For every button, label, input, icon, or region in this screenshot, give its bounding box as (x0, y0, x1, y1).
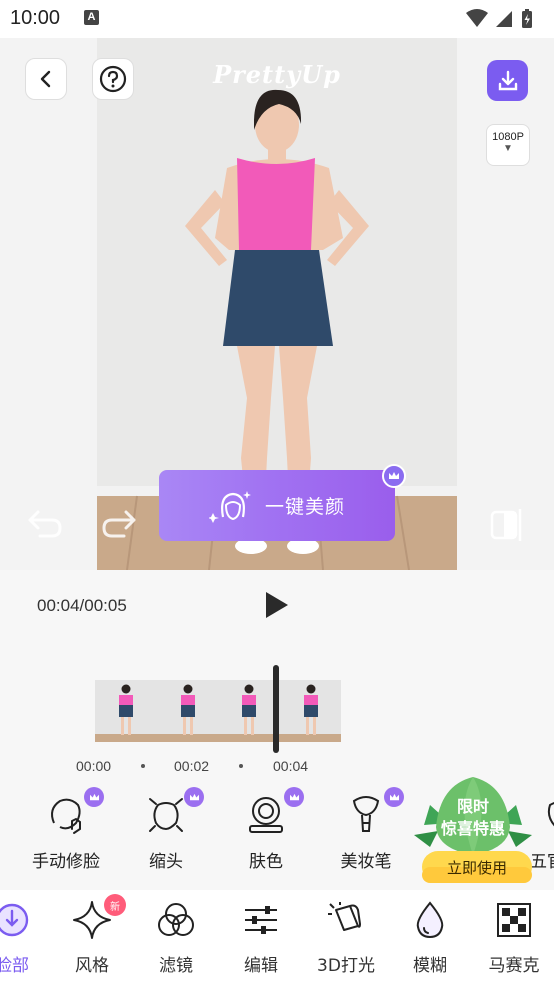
crown-icon (184, 787, 204, 807)
download-icon (498, 70, 517, 90)
play-button[interactable] (262, 590, 292, 624)
promo-title-line1: 限时 (456, 797, 489, 816)
photo-preview-area: PrettyUp 1080P ▼ 一键美颜 (0, 38, 554, 570)
crown-icon (384, 787, 404, 807)
watermark-text: PrettyUp (213, 60, 341, 89)
play-icon (266, 592, 288, 618)
video-timeline[interactable] (95, 680, 341, 742)
tool-label: 手动修脸 (32, 852, 100, 872)
tab-style[interactable]: 新 风格 (52, 894, 132, 976)
timeline-dot (141, 764, 145, 768)
timeline-frame (95, 680, 157, 742)
timeline-tick: 00:04 (273, 758, 309, 774)
filter-icon (158, 903, 194, 936)
tool-makeup-brush[interactable]: 美妆笔 (316, 787, 416, 872)
signal-icon (496, 11, 512, 27)
beauty-face-icon (208, 490, 251, 523)
tool-label: 缩头 (149, 852, 183, 872)
back-arrow-icon (40, 70, 51, 88)
help-icon (99, 65, 127, 93)
timeline-tick: 00:00 (76, 758, 112, 774)
one-tap-beauty-label: 一键美颜 (264, 496, 345, 518)
timeline-playhead[interactable] (273, 665, 279, 753)
resolution-label: 1080P (492, 131, 524, 143)
shrink-head-icon (149, 798, 183, 832)
sliders-icon (245, 906, 277, 934)
bottom-tab-bar: 脸部 新 风格 滤镜 编辑 3D打光 模糊 马赛克 (0, 890, 554, 985)
tab-face[interactable]: 脸部 (0, 900, 52, 976)
undo-button[interactable] (26, 506, 64, 544)
tab-label: 滤镜 (159, 956, 193, 976)
promo-banner[interactable]: 限时 惊喜特惠 立即使用 (410, 775, 536, 887)
makeup-brush-icon (352, 796, 380, 832)
tool-skin-tone[interactable]: 肤色 (216, 787, 316, 872)
tab-label: 脸部 (0, 956, 29, 976)
tab-label: 3D打光 (317, 956, 375, 976)
tool-label: 肤色 (249, 852, 283, 872)
compare-button[interactable] (490, 508, 526, 546)
resolution-selector[interactable]: 1080P ▼ (486, 124, 530, 166)
caret-down-icon: ▼ (503, 143, 513, 154)
tool-manual-face[interactable]: 手动修脸 (16, 787, 116, 872)
face-icon (0, 903, 29, 937)
tab-edit[interactable]: 编辑 (221, 900, 301, 976)
one-tap-beauty-button[interactable]: 一键美颜 (159, 470, 395, 541)
skin-tone-icon (249, 797, 283, 833)
tab-mosaic[interactable]: 马赛克 (474, 900, 554, 976)
system-status-icons (464, 8, 544, 34)
redo-button[interactable] (100, 506, 138, 544)
wifi-icon (466, 9, 488, 27)
promo-title-line2: 惊喜特惠 (440, 819, 505, 838)
tab-label: 马赛克 (488, 956, 540, 976)
playback-time: 00:04/00:05 (37, 596, 127, 615)
editor-panel: 00:04/00:05 00:00 00:02 00:04 手动修脸 缩头 肤色 (0, 570, 554, 890)
tab-label: 编辑 (244, 956, 278, 976)
status-bar: 10:00 A (0, 0, 554, 38)
compare-icon (490, 509, 522, 541)
timeline-frame (218, 680, 280, 742)
mosaic-icon (497, 903, 531, 937)
timeline-dot (239, 764, 243, 768)
crown-icon (284, 787, 304, 807)
blur-drop-icon (416, 901, 444, 939)
tab-label: 模糊 (413, 956, 447, 976)
features-icon (547, 802, 554, 827)
timeline-frame (279, 680, 341, 742)
download-button[interactable] (487, 60, 528, 101)
back-button[interactable] (25, 58, 67, 100)
crown-icon (84, 787, 104, 807)
help-button[interactable] (92, 58, 134, 100)
watermark-logo: PrettyUp (165, 60, 389, 94)
tab-blur[interactable]: 模糊 (390, 900, 470, 976)
crown-icon (382, 464, 406, 488)
new-badge: 新 (104, 894, 126, 916)
undo-icon (28, 510, 62, 538)
redo-icon (102, 510, 136, 538)
tab-3d-light[interactable]: 3D打光 (306, 900, 386, 976)
spotlight-icon (328, 902, 362, 931)
manual-face-icon (51, 798, 81, 834)
timeline-frame (156, 680, 218, 742)
timeline-tick: 00:02 (174, 758, 210, 774)
notification-a-icon: A (84, 10, 99, 25)
promo-cta[interactable]: 立即使用 (422, 857, 532, 878)
tab-filter[interactable]: 滤镜 (136, 900, 216, 976)
tool-shrink-head[interactable]: 缩头 (116, 787, 216, 872)
tool-label: 美妆笔 (340, 852, 392, 872)
status-time: 10:00 (10, 7, 61, 29)
tab-label: 风格 (75, 956, 109, 976)
